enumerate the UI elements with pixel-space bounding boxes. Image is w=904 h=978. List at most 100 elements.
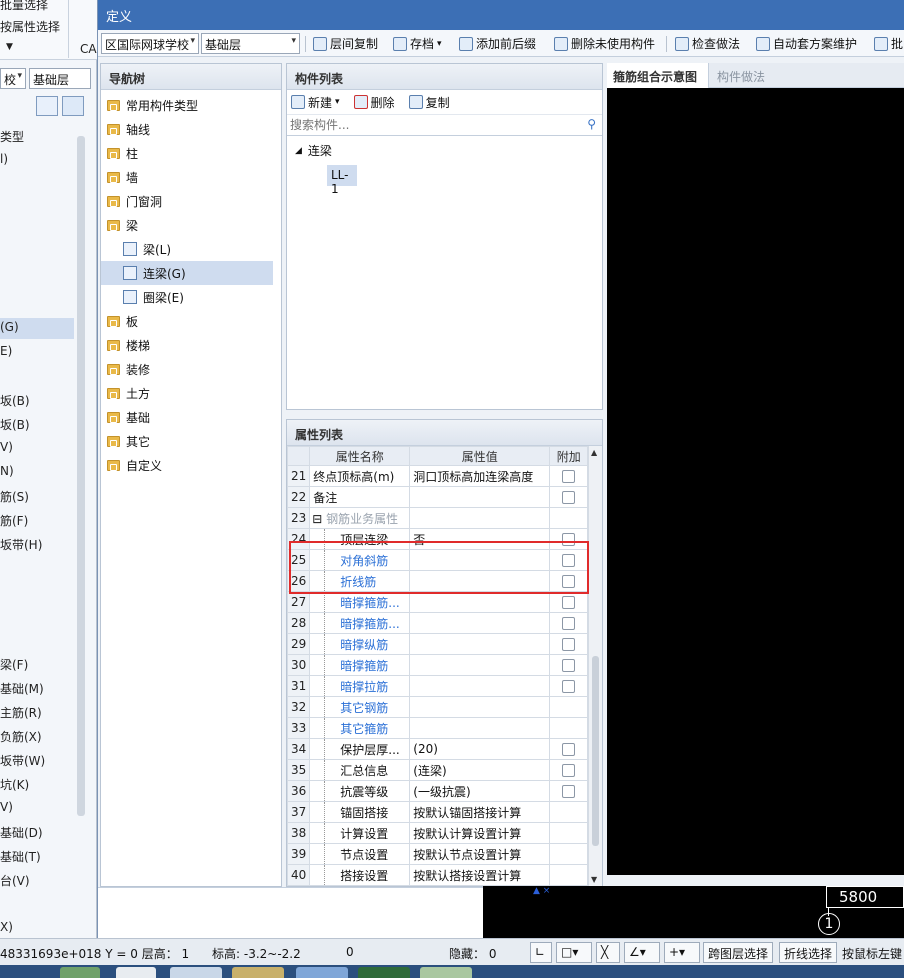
nav-item[interactable]: 基础 [101, 405, 281, 429]
property-value[interactable]: 洞口顶标高加连梁高度 [409, 465, 551, 487]
property-value[interactable] [409, 633, 551, 655]
taskbar-app-icon[interactable] [358, 967, 410, 978]
bg-tree-item[interactable]: l) [0, 152, 70, 166]
search-input[interactable] [287, 115, 577, 135]
new-button[interactable]: 新建 ▾ [291, 94, 340, 111]
property-row[interactable]: 30 暗撑箍筋 [287, 654, 589, 676]
nav-item[interactable]: 梁 [101, 213, 281, 237]
property-value[interactable]: (20) [409, 738, 551, 760]
extra-checkbox[interactable] [562, 659, 576, 672]
delete-unused-button[interactable]: 删除未使用构件 [554, 34, 655, 53]
scroll-up-icon[interactable]: ▲ [591, 448, 597, 457]
bg-tree-item[interactable]: 梁(F) [0, 656, 70, 673]
floor-combo[interactable]: 基础层 ▾ [201, 33, 300, 54]
extra-checkbox[interactable] [562, 596, 576, 609]
extra-checkbox[interactable] [562, 764, 576, 777]
property-value[interactable]: 按默认计算设置计算 [409, 822, 551, 844]
property-row[interactable]: 33 其它箍筋 [287, 717, 589, 739]
taskbar-app-icon[interactable] [116, 967, 156, 978]
property-value[interactable]: (一级抗震) [409, 780, 551, 802]
ribbon-attr-select[interactable]: 按属性选择 [0, 18, 60, 35]
taskbar-app-icon[interactable] [232, 967, 284, 978]
taskbar-app-icon[interactable] [420, 967, 472, 978]
check-method-button[interactable]: 检查做法 [675, 34, 740, 53]
bg-tree-item[interactable]: 类型 [0, 128, 70, 145]
nav-item[interactable]: 圈梁(E) [101, 285, 281, 309]
bg-tree-item[interactable]: 台(V) [0, 872, 70, 889]
dimension-icon[interactable]: +▾ [664, 942, 700, 963]
property-value[interactable] [409, 507, 551, 529]
snap-select-icon[interactable]: □▾ [556, 942, 592, 963]
bg-tree-item[interactable]: 负筋(X) [0, 728, 70, 745]
stirrup-preview-canvas[interactable] [607, 88, 904, 875]
nav-item[interactable]: 土方 [101, 381, 281, 405]
ribbon-cad[interactable]: CA [80, 42, 97, 56]
chevron-down-icon[interactable]: ▼ [6, 42, 13, 52]
list-view-icon[interactable] [36, 96, 58, 116]
property-row[interactable]: 35 汇总信息 (连梁) [287, 759, 589, 781]
nav-item[interactable]: 梁(L) [101, 237, 281, 261]
bg-tree-item[interactable]: N) [0, 464, 70, 478]
bg-tree-item[interactable]: 坂带(H) [0, 536, 70, 553]
bg-tree-item[interactable]: 坂(B) [0, 392, 70, 409]
property-row[interactable]: 34 保护层厚... (20) [287, 738, 589, 760]
nav-item[interactable]: 柱 [101, 141, 281, 165]
extra-checkbox[interactable] [562, 617, 576, 630]
property-value[interactable] [409, 486, 551, 508]
search-icon[interactable]: ⚲ [587, 117, 596, 131]
nav-item[interactable]: 自定义 [101, 453, 281, 477]
bg-tree-item[interactable]: X) [0, 920, 70, 934]
angle-icon[interactable]: ∠▾ [624, 942, 660, 963]
property-value[interactable]: (连梁) [409, 759, 551, 781]
nav-item[interactable]: 楼梯 [101, 333, 281, 357]
property-row[interactable]: 27 暗撑箍筋... [287, 591, 589, 613]
auto-scheme-button[interactable]: 自动套方案维护 [756, 34, 857, 53]
bg-tree-item[interactable]: 坑(K) [0, 776, 70, 793]
property-value[interactable] [409, 717, 551, 739]
bg-tree-item[interactable]: 基础(M) [0, 680, 70, 697]
add-prefix-suffix-button[interactable]: 添加前后缀 [459, 34, 536, 53]
bg-floor-combo[interactable]: 基础层 [29, 68, 91, 89]
nav-item[interactable]: 轴线 [101, 117, 281, 141]
extra-checkbox[interactable] [562, 680, 576, 693]
extra-checkbox[interactable] [562, 743, 576, 756]
ortho-icon[interactable]: ∟ [530, 942, 552, 963]
property-row[interactable]: 29 暗撑纵筋 [287, 633, 589, 655]
property-row[interactable]: 36 抗震等级 (一级抗震) [287, 780, 589, 802]
collapse-icon[interactable]: ⊟ [312, 512, 326, 526]
copy-floor-button[interactable]: 层间复制 [313, 34, 378, 53]
property-row[interactable]: 38 计算设置 按默认计算设置计算 [287, 822, 589, 844]
scroll-thumb[interactable] [592, 656, 599, 846]
taskbar-app-icon[interactable] [170, 967, 222, 978]
property-value[interactable] [409, 675, 551, 697]
tab-stirrup-diagram[interactable]: 箍筋组合示意图 [607, 63, 709, 88]
bg-tree-item[interactable]: 主筋(R) [0, 704, 70, 721]
extra-checkbox[interactable] [562, 785, 576, 798]
bg-scrollbar[interactable] [77, 136, 85, 816]
taskbar-app-icon[interactable] [60, 967, 100, 978]
nav-item[interactable]: 板 [101, 309, 281, 333]
property-row[interactable]: 22 备注 [287, 486, 589, 508]
property-value[interactable] [409, 654, 551, 676]
property-row[interactable]: 21 终点顶标高(m) 洞口顶标高加连梁高度 [287, 465, 589, 487]
nav-item[interactable]: 其它 [101, 429, 281, 453]
drawing-canvas[interactable]: ▲ × 5800 1 [483, 886, 904, 938]
nav-item[interactable]: 墙 [101, 165, 281, 189]
ribbon-batch-select[interactable]: 批量选择 [0, 0, 48, 13]
extra-checkbox[interactable] [562, 638, 576, 651]
property-row[interactable]: 28 暗撑箍筋... [287, 612, 589, 634]
component-item-ll1[interactable]: LL-1 [327, 165, 357, 196]
taskbar-app-icon[interactable] [296, 967, 348, 978]
cross-icon[interactable]: ╳ [596, 942, 620, 963]
detail-view-icon[interactable] [62, 96, 84, 116]
tab-component-method[interactable]: 构件做法 [709, 63, 773, 88]
bg-tree-item[interactable]: V) [0, 440, 70, 454]
bg-tree-item[interactable]: (G) [0, 320, 70, 334]
tree-root[interactable]: ◢ 连梁 [287, 136, 602, 165]
property-row[interactable]: 39 节点设置 按默认节点设置计算 [287, 843, 589, 865]
archive-button[interactable]: 存档 ▾ [393, 34, 442, 53]
property-row[interactable]: 31 暗撑拉筋 [287, 675, 589, 697]
nav-item[interactable]: 连梁(G) [101, 261, 273, 285]
polyline-select-button[interactable]: 折线选择 [779, 942, 838, 963]
bg-tree-item[interactable]: 基础(D) [0, 824, 70, 841]
